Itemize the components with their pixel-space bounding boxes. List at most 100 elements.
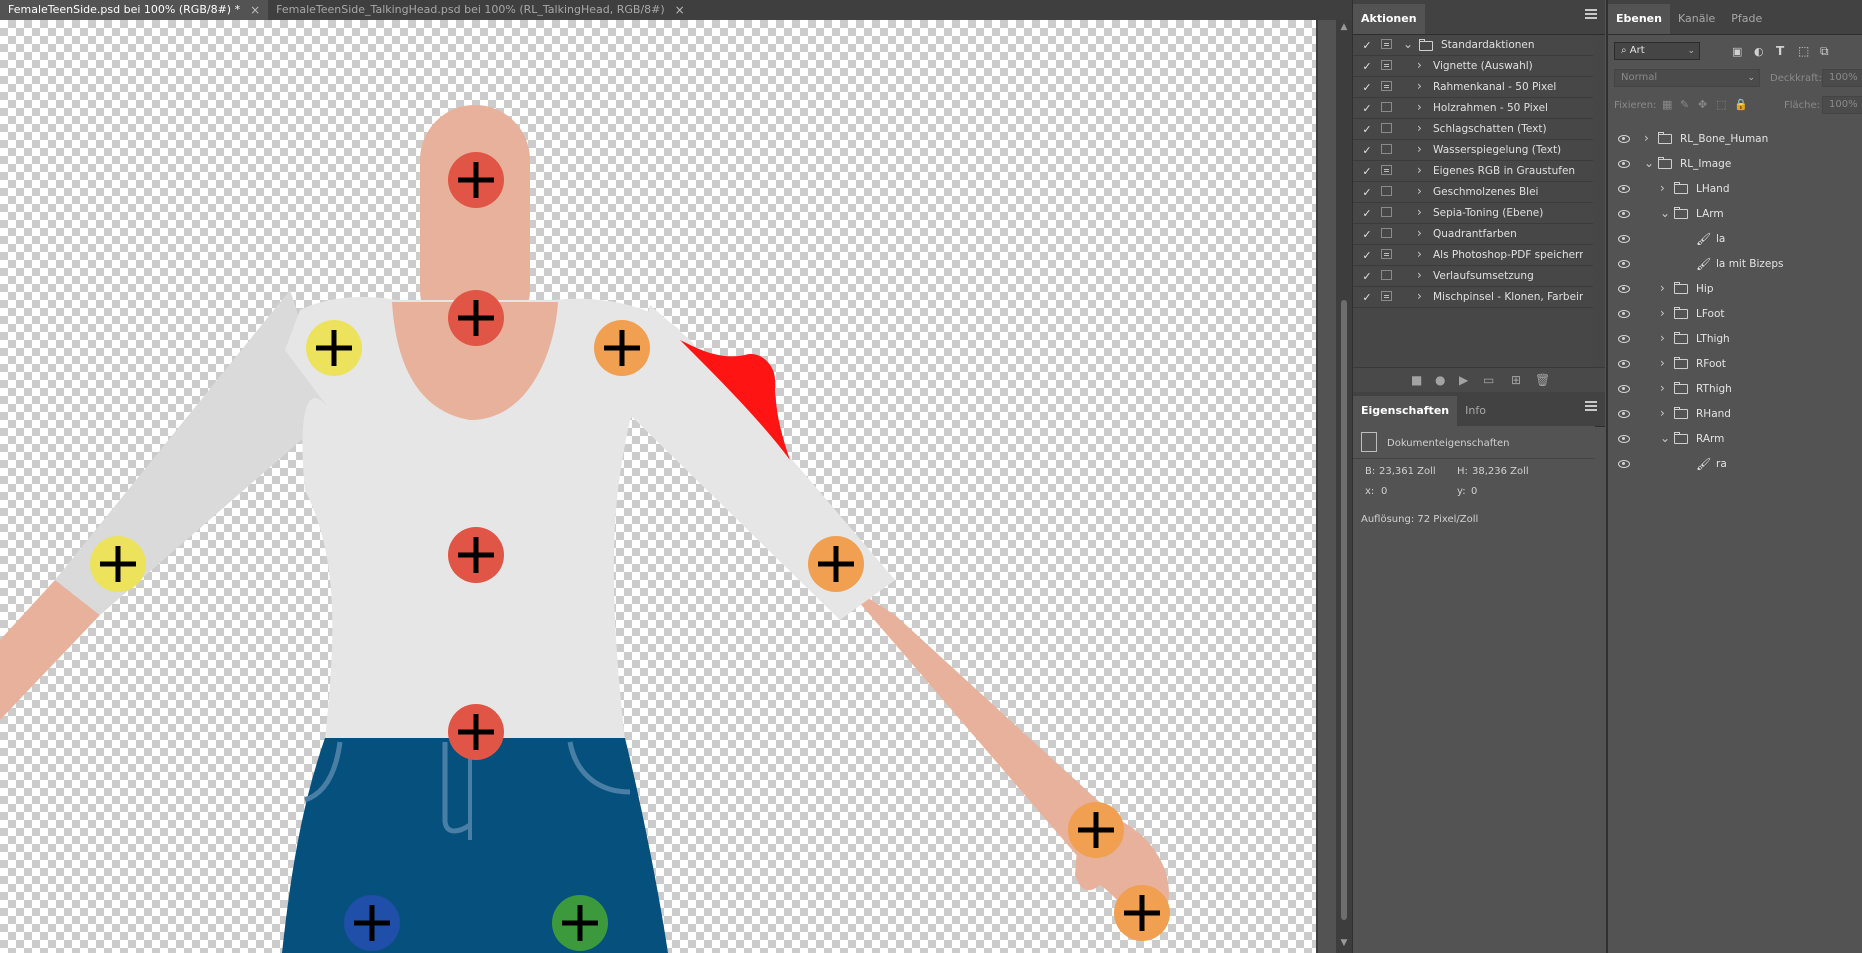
blend-mode-dropdown[interactable]: Normal ⌄ (1614, 69, 1760, 87)
dialog-toggle-icon[interactable] (1381, 39, 1392, 49)
chevron-down-icon[interactable]: ⌄ (1660, 206, 1670, 220)
lock-transparency-icon[interactable]: ▦ (1662, 98, 1672, 111)
layer-row[interactable]: › LHand (1608, 177, 1862, 202)
check-icon[interactable]: ✓ (1361, 291, 1373, 304)
chevron-right-icon[interactable]: › (1660, 406, 1665, 420)
chevron-right-icon[interactable]: › (1417, 184, 1422, 198)
dialog-toggle-icon[interactable] (1381, 270, 1392, 280)
scrollbar-thumb[interactable] (1341, 300, 1347, 920)
check-icon[interactable]: ✓ (1361, 270, 1373, 283)
x-value[interactable]: 0 (1381, 486, 1387, 497)
filter-type-icon[interactable]: T (1776, 44, 1784, 58)
dialog-toggle-icon[interactable] (1381, 102, 1392, 112)
lock-paint-icon[interactable]: ✎ (1680, 98, 1689, 111)
action-set-row[interactable]: ✓ ⌄ Standardaktionen (1353, 35, 1593, 56)
chevron-right-icon[interactable]: › (1417, 289, 1422, 303)
stop-icon[interactable]: ■ (1411, 373, 1422, 387)
action-item[interactable]: ✓ › Schlagschatten (Text) (1353, 119, 1593, 140)
layer-row[interactable]: ⌄ RL_Image (1608, 152, 1862, 177)
action-item[interactable]: ✓ › Als Photoshop-PDF speichern (1353, 245, 1593, 266)
chevron-right-icon[interactable]: › (1417, 100, 1422, 114)
check-icon[interactable]: ✓ (1361, 102, 1373, 115)
check-icon[interactable]: ✓ (1361, 228, 1373, 241)
chevron-down-icon[interactable]: ⌄ (1660, 431, 1670, 445)
canvas-area[interactable] (0, 20, 1318, 953)
visibility-eye-icon[interactable] (1618, 435, 1630, 443)
chevron-right-icon[interactable]: › (1417, 247, 1422, 261)
check-icon[interactable]: ✓ (1361, 186, 1373, 199)
dialog-toggle-icon[interactable] (1381, 123, 1392, 133)
chevron-right-icon[interactable]: › (1660, 181, 1665, 195)
bone-marker-blue[interactable] (344, 895, 400, 951)
filter-smartobject-icon[interactable]: ⧉ (1820, 44, 1829, 59)
action-item[interactable]: ✓ › Quadrantfarben (1353, 224, 1593, 245)
visibility-eye-icon[interactable] (1618, 135, 1630, 143)
chevron-right-icon[interactable]: › (1417, 121, 1422, 135)
tab-layers[interactable]: Ebenen (1608, 4, 1670, 34)
layer-row[interactable]: › RThigh (1608, 377, 1862, 402)
visibility-eye-icon[interactable] (1618, 310, 1630, 318)
y-value[interactable]: 0 (1471, 486, 1477, 497)
chevron-right-icon[interactable]: › (1660, 331, 1665, 345)
tab-info[interactable]: Info (1457, 396, 1494, 426)
bone-marker-red[interactable] (448, 290, 504, 346)
delete-icon[interactable]: 🗑 (1535, 373, 1550, 387)
action-item[interactable]: ✓ › Verlaufsumsetzung (1353, 266, 1593, 287)
play-icon[interactable]: ▶ (1459, 373, 1468, 387)
action-item[interactable]: ✓ › Geschmolzenes Blei (1353, 182, 1593, 203)
chevron-right-icon[interactable]: › (1660, 356, 1665, 370)
visibility-eye-icon[interactable] (1618, 460, 1630, 468)
bone-marker-yellow[interactable] (306, 320, 362, 376)
document-tab-talkinghead[interactable]: FemaleTeenSide_TalkingHead.psd bei 100% … (268, 0, 693, 20)
check-icon[interactable]: ✓ (1361, 249, 1373, 262)
fill-input[interactable]: 100% (1822, 96, 1862, 114)
check-icon[interactable]: ✓ (1361, 144, 1373, 157)
check-icon[interactable]: ✓ (1361, 123, 1373, 136)
action-item[interactable]: ✓ › Vignette (Auswahl) (1353, 56, 1593, 77)
dialog-toggle-icon[interactable] (1381, 228, 1392, 238)
dialog-toggle-icon[interactable] (1381, 186, 1392, 196)
action-item[interactable]: ✓ › Holzrahmen - 50 Pixel (1353, 98, 1593, 119)
panel-menu-icon[interactable] (1585, 401, 1597, 413)
new-action-icon[interactable]: ⊞ (1511, 373, 1521, 387)
visibility-eye-icon[interactable] (1618, 410, 1630, 418)
bone-marker-red[interactable] (448, 152, 504, 208)
visibility-eye-icon[interactable] (1618, 210, 1630, 218)
layer-row[interactable]: › RFoot (1608, 352, 1862, 377)
record-icon[interactable]: ● (1435, 373, 1445, 387)
document-tab-femaleteenside[interactable]: FemaleTeenSide.psd bei 100% (RGB/8#) * × (0, 0, 269, 20)
chevron-right-icon[interactable]: › (1417, 79, 1422, 93)
layer-row[interactable]: › Hip (1608, 277, 1862, 302)
dialog-toggle-icon[interactable] (1381, 249, 1392, 259)
chevron-right-icon[interactable]: › (1417, 268, 1422, 282)
lock-all-icon[interactable]: 🔒 (1734, 98, 1748, 111)
tab-channels[interactable]: Kanäle (1670, 4, 1723, 34)
close-icon[interactable]: × (675, 1, 685, 19)
visibility-eye-icon[interactable] (1618, 160, 1630, 168)
layer-row[interactable]: 🖌 ra (1608, 452, 1862, 477)
chevron-down-icon[interactable]: ⌄ (1403, 37, 1413, 51)
scroll-up-icon[interactable]: ▲ (1336, 22, 1352, 32)
layer-row[interactable]: ⌄ LArm (1608, 202, 1862, 227)
visibility-eye-icon[interactable] (1618, 185, 1630, 193)
dialog-toggle-icon[interactable] (1381, 291, 1392, 301)
visibility-eye-icon[interactable] (1618, 335, 1630, 343)
filter-pixel-icon[interactable]: ▣ (1732, 45, 1742, 58)
chevron-down-icon[interactable]: ⌄ (1644, 156, 1654, 170)
actions-scrollbar[interactable] (1593, 35, 1605, 367)
lock-artboard-icon[interactable]: ⬚ (1716, 98, 1726, 111)
layer-row[interactable]: › LThigh (1608, 327, 1862, 352)
layer-row[interactable]: › LFoot (1608, 302, 1862, 327)
bone-marker-green[interactable] (552, 895, 608, 951)
filter-shape-icon[interactable]: ⬚ (1798, 44, 1809, 58)
chevron-right-icon[interactable]: › (1660, 381, 1665, 395)
filter-adjustment-icon[interactable]: ◐ (1754, 45, 1764, 58)
chevron-right-icon[interactable]: › (1660, 281, 1665, 295)
bone-marker-red[interactable] (448, 704, 504, 760)
bone-marker-yellow[interactable] (90, 536, 146, 592)
action-item[interactable]: ✓ › Wasserspiegelung (Text) (1353, 140, 1593, 161)
check-icon[interactable]: ✓ (1361, 165, 1373, 178)
dialog-toggle-icon[interactable] (1381, 144, 1392, 154)
bone-marker-red[interactable] (448, 527, 504, 583)
visibility-eye-icon[interactable] (1618, 235, 1630, 243)
